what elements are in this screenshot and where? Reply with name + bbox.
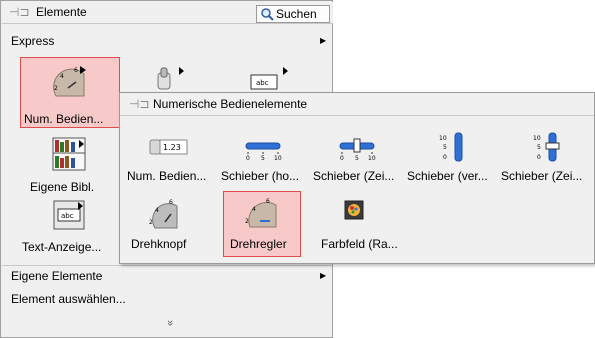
dial-tick-label: 6 <box>266 198 270 205</box>
category-user-controls[interactable]: Eigene Elemente ▶ <box>2 265 333 285</box>
scale-label: 10 <box>368 155 376 161</box>
item-label: Drehknopf <box>131 237 187 251</box>
item-label: Schieber (Zei... <box>313 169 395 183</box>
item-numeric-control[interactable]: 1.23 Num. Bedien... <box>124 131 214 187</box>
select-control-label: Element auswählen... <box>11 292 126 306</box>
item-label: Farbfeld (Ra... <box>321 237 398 251</box>
item-knob[interactable]: 2 4 6 Drehknopf <box>128 196 208 254</box>
item-label: Schieber (ho... <box>221 169 300 183</box>
toggle-switch-icon <box>157 67 184 90</box>
string-indicator-icon: abc <box>250 67 288 90</box>
category-express[interactable]: Express ▶ <box>2 32 333 51</box>
scale-label: 10 <box>274 155 282 161</box>
submenu-arrow-icon: ▶ <box>320 271 327 280</box>
scale-label: 10 <box>439 135 447 142</box>
tile-label: Text-Anzeige... <box>22 240 102 254</box>
numeric-controls-subpalette: ⊣⊐ Numerische Bedienelemente 1.23 Num. B… <box>119 92 595 264</box>
dial-tick-label: 6 <box>169 199 173 206</box>
pin-icon[interactable]: ⊣⊐ <box>9 5 30 19</box>
dial-icon: 2 4 6 <box>245 198 277 228</box>
text-indicator-icon: abc <box>53 200 85 230</box>
dial-tick-label: 2 <box>149 219 153 226</box>
scale-label: 5 <box>261 155 265 161</box>
numeric-value: 1.23 <box>163 143 181 152</box>
item-color-box[interactable]: Farbfeld (Ra... <box>314 196 404 254</box>
select-control-item[interactable]: Element auswählen... <box>2 289 333 308</box>
dial-tick-label: 4 <box>60 73 64 80</box>
tile-text-indicators[interactable]: abc Text-Anzeige... <box>20 197 120 261</box>
scale-label: 0 <box>340 155 344 161</box>
dial-tick-label: 4 <box>155 207 159 214</box>
numeric-control-icon: 1.23 <box>149 139 188 155</box>
item-label: Schieber (Zei... <box>501 169 583 183</box>
horizontal-pointer-slider-icon: 0 5 10 <box>339 138 376 161</box>
dial-tick-label: 2 <box>54 85 58 92</box>
search-button[interactable]: Suchen <box>256 5 330 23</box>
vertical-slider-icon: 10 5 0 <box>439 132 463 162</box>
tile-user-library[interactable]: Eigene Bibl. <box>20 132 120 202</box>
item-horizontal-slider[interactable]: 0 5 10 Schieber (ho... <box>218 131 308 187</box>
scale-label: 0 <box>443 154 447 161</box>
scale-label: 0 <box>246 155 250 161</box>
scale-label: 5 <box>537 144 541 151</box>
palette-title: Elemente <box>36 5 87 19</box>
item-label: Schieber (ver... <box>407 169 488 183</box>
subpalette-title: Numerische Bedienelemente <box>153 97 308 111</box>
item-pointer-slider-h[interactable]: 0 5 10 Schieber (Zei... <box>312 131 404 187</box>
item-label: Drehregler <box>230 237 287 251</box>
vertical-pointer-slider-icon: 10 5 0 <box>533 132 560 162</box>
abc-glyph: abc <box>61 212 74 220</box>
scale-label: 5 <box>355 155 359 161</box>
tile-label: Num. Bedien... <box>24 112 104 126</box>
color-box-icon <box>344 200 364 220</box>
bookshelf-icon <box>52 137 86 171</box>
knob-icon: 2 4 6 <box>149 199 178 229</box>
scale-label: 10 <box>533 135 541 142</box>
item-vertical-slider[interactable]: 10 5 0 Schieber (ver... <box>406 131 498 187</box>
dial-tick-label: 6 <box>74 67 78 74</box>
expand-more-icon[interactable]: » <box>164 320 176 326</box>
scale-label: 0 <box>537 154 541 161</box>
pin-icon[interactable]: ⊣⊐ <box>129 97 150 111</box>
category-label: Eigene Elemente <box>11 269 103 283</box>
palette-titlebar[interactable]: ⊣⊐ Elemente Suchen <box>2 2 333 24</box>
dial-tick-label: 2 <box>245 218 249 225</box>
tile-strings[interactable]: abc <box>247 65 291 91</box>
subpalette-titlebar[interactable]: ⊣⊐ Numerische Bedienelemente <box>120 93 594 116</box>
tile-numeric-controls[interactable]: 2 4 6 Num. Bedien... <box>20 57 120 128</box>
item-label: Num. Bedien... <box>127 169 207 183</box>
search-icon <box>261 8 274 21</box>
search-label: Suchen <box>276 7 317 21</box>
abc-glyph: abc <box>256 79 269 87</box>
dial-tick-label: 4 <box>252 206 256 213</box>
horizontal-slider-icon: 0 5 10 <box>245 142 282 161</box>
category-express-label: Express <box>11 34 55 48</box>
tile-label: Eigene Bibl. <box>30 180 95 194</box>
item-pointer-slider-v[interactable]: 10 5 0 Schieber (Zei... <box>500 131 592 187</box>
submenu-arrow-icon: ▶ <box>320 36 327 45</box>
dial-icon: 2 4 6 <box>53 66 86 97</box>
item-dial-selected[interactable]: 2 4 6 Drehregler <box>223 191 301 257</box>
tile-booleans[interactable] <box>151 65 187 91</box>
scale-label: 5 <box>443 144 447 151</box>
